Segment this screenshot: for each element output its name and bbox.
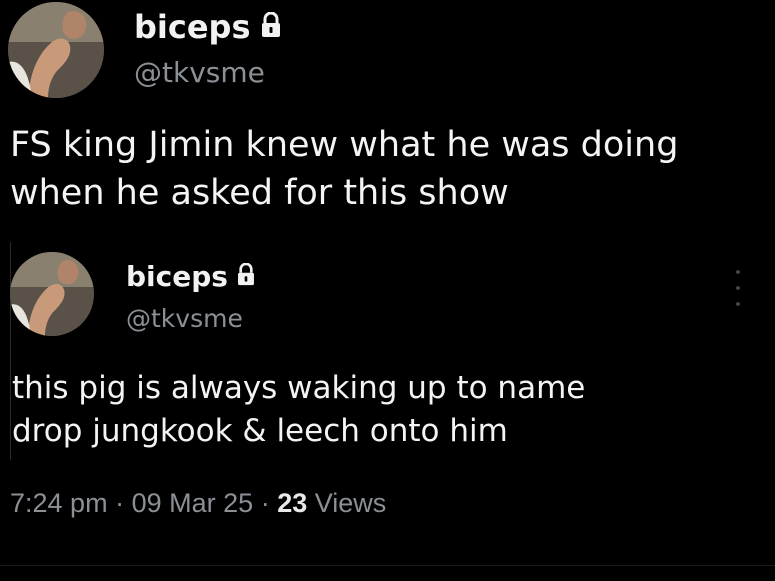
tweet-text-line: when he asked for this show: [10, 173, 509, 213]
handle[interactable]: @tkvsme: [134, 56, 265, 89]
tweet-metadata: 7:24 pm · 09 Mar 25 · 23 Views: [10, 488, 386, 519]
handle[interactable]: @tkvsme: [126, 304, 243, 333]
tweet-text-line: this pig is always waking up to name: [12, 370, 586, 406]
display-name[interactable]: biceps: [134, 8, 281, 46]
display-name-text: biceps: [134, 8, 251, 46]
display-name-text: biceps: [126, 260, 228, 293]
tweet-text-line: FS king Jimin knew what he was doing: [10, 125, 679, 165]
tweet-date[interactable]: 09 Mar 25: [132, 488, 254, 518]
more-vertical-icon[interactable]: [733, 270, 743, 306]
avatar[interactable]: [10, 252, 94, 336]
tweet-text-line: drop jungkook & leech onto him: [12, 413, 508, 450]
avatar[interactable]: [8, 2, 104, 98]
lock-icon: [237, 260, 255, 293]
views-label: Views: [314, 488, 387, 518]
tweet-time[interactable]: 7:24 pm: [10, 488, 108, 518]
tweet-text: this pig is always waking up to name dro…: [12, 370, 585, 450]
divider: [10, 242, 11, 460]
display-name[interactable]: biceps: [126, 260, 255, 293]
tweet-text: FS king Jimin knew what he was doing whe…: [10, 124, 678, 214]
separator: ·: [260, 488, 270, 518]
separator: ·: [115, 488, 125, 518]
views-count[interactable]: 23: [277, 488, 307, 518]
lock-icon: [261, 8, 281, 46]
divider: [0, 565, 775, 566]
